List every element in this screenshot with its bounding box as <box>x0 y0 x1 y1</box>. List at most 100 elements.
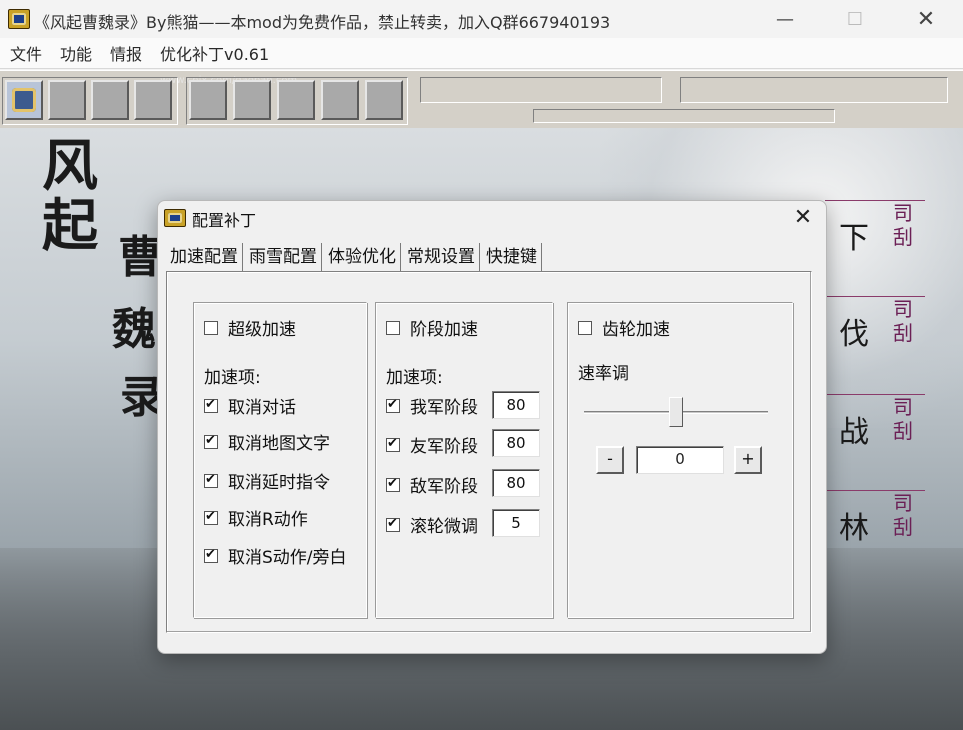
rate-slider-thumb[interactable] <box>669 397 683 427</box>
checkbox[interactable] <box>578 320 592 335</box>
seal-mark: 司 刮 <box>893 297 913 345</box>
super-speed-group: 超级加速 加速项: 取消对话 取消地图文字 取消延时指令 取消R动作 取消S动 <box>193 302 367 618</box>
game-menu-char: 伐 <box>839 317 869 352</box>
toolbar-button-5[interactable] <box>189 80 227 120</box>
checkbox[interactable] <box>386 476 400 492</box>
menu-file[interactable]: 文件 <box>10 41 42 65</box>
cancel-delay-command-checkbox[interactable]: 取消延时指令 <box>204 468 330 493</box>
checkbox-label: 取消延时指令 <box>228 473 330 493</box>
checkbox[interactable] <box>386 516 400 532</box>
toolbar-button-3[interactable] <box>91 80 129 120</box>
cancel-map-text-checkbox[interactable]: 取消地图文字 <box>204 429 330 454</box>
title-bar: 《风起曹魏录》By熊猫——本mod为免费作品，禁止转卖，加入Q群66794019… <box>0 0 963 38</box>
ally-army-phase-input[interactable]: 80 <box>492 429 540 457</box>
tab-general[interactable]: 常规设置 <box>403 243 480 271</box>
seal-mark: 司 刮 <box>893 395 913 443</box>
checkbox[interactable] <box>204 509 218 525</box>
checkbox-label: 取消对话 <box>228 398 296 418</box>
checkbox[interactable] <box>204 320 218 335</box>
menu-intel[interactable]: 情报 <box>110 41 142 65</box>
cancel-dialogue-checkbox[interactable]: 取消对话 <box>204 393 296 418</box>
enemy-army-phase-input[interactable]: 80 <box>492 469 540 497</box>
checkbox[interactable] <box>204 397 218 413</box>
dialog-close-button[interactable]: ✕ <box>788 203 818 233</box>
seal-mark: 司 刮 <box>893 491 913 539</box>
game-menu-char: 林 <box>839 511 869 546</box>
super-speed-checkbox[interactable]: 超级加速 <box>204 315 296 340</box>
app-icon <box>8 9 30 29</box>
toolbar-button-1[interactable] <box>5 80 43 120</box>
toolbar-progress-field <box>533 109 835 123</box>
checkbox-label: 取消地图文字 <box>228 434 330 454</box>
checkbox[interactable] <box>386 320 400 335</box>
checkbox-label: 齿轮加速 <box>602 320 670 340</box>
toolbar-button-9[interactable] <box>365 80 403 120</box>
our-army-phase-checkbox[interactable]: 我军阶段 <box>386 393 478 418</box>
phase-speed-group: 阶段加速 加速项: 我军阶段 80 友军阶段 80 敌军阶段 80 滚轮微调 <box>375 302 553 618</box>
toolbar: www.cnjx.com/gaopan.com <box>0 70 963 128</box>
toolbar-button-6[interactable] <box>233 80 271 120</box>
calligraphy-char: 魏 <box>112 304 156 355</box>
wheel-fine-tune-checkbox[interactable]: 滚轮微调 <box>386 512 478 537</box>
gear-speed-group: 齿轮加速 速率调 - 0 + <box>567 302 793 618</box>
checkbox[interactable] <box>204 547 218 563</box>
checkbox-label: 友军阶段 <box>410 437 478 457</box>
toolbar-button-7[interactable] <box>277 80 315 120</box>
speed-items-label: 加速项: <box>204 368 261 388</box>
checkbox[interactable] <box>386 397 400 413</box>
tab-weather-config[interactable]: 雨雪配置 <box>245 243 322 271</box>
checkbox-label: 我军阶段 <box>410 398 478 418</box>
calligraphy-char: 曹 <box>118 232 162 283</box>
phase-speed-checkbox[interactable]: 阶段加速 <box>386 315 478 340</box>
tab-panel: 超级加速 加速项: 取消对话 取消地图文字 取消延时指令 取消R动作 取消S动 <box>166 271 812 633</box>
dialog-app-icon <box>164 209 186 227</box>
enemy-army-phase-checkbox[interactable]: 敌军阶段 <box>386 472 478 497</box>
game-menu-item[interactable]: 下 司 刮 <box>825 200 925 296</box>
speed-items-label: 加速项: <box>386 368 443 388</box>
checkbox-label: 取消R动作 <box>228 510 308 530</box>
checkbox[interactable] <box>204 472 218 488</box>
calligraphy-char: 风 <box>42 133 98 199</box>
seal-mark: 司 刮 <box>893 201 913 249</box>
game-menu-char: 战 <box>839 415 869 450</box>
cancel-s-action-checkbox[interactable]: 取消S动作/旁白 <box>204 543 347 568</box>
toolbar-status-field-2 <box>680 77 948 103</box>
toolbar-status-field-1 <box>420 77 662 103</box>
checkbox-label: 超级加速 <box>228 320 296 340</box>
tab-hotkeys[interactable]: 快捷键 <box>482 243 542 271</box>
menu-bar: 文件 功能 情报 优化补丁v0.61 <box>0 38 963 69</box>
rate-increase-button[interactable]: + <box>734 446 762 474</box>
toolbar-button-2[interactable] <box>48 80 86 120</box>
checkbox[interactable] <box>386 436 400 452</box>
tab-speed-config[interactable]: 加速配置 <box>166 243 243 271</box>
game-menu-item[interactable]: 战 司 刮 <box>825 394 925 490</box>
calligraphy-char: 起 <box>42 193 98 259</box>
toolbar-button-8[interactable] <box>321 80 359 120</box>
close-button[interactable]: ✕ <box>891 0 961 38</box>
our-army-phase-input[interactable]: 80 <box>492 391 540 419</box>
menu-patch[interactable]: 优化补丁v0.61 <box>160 41 269 65</box>
toolbar-button-4[interactable] <box>134 80 172 120</box>
game-menu-char: 下 <box>839 221 869 256</box>
checkbox[interactable] <box>204 433 218 449</box>
config-dialog: 配置补丁 ✕ 加速配置 雨雪配置 体验优化 常规设置 快捷键 超级加速 加速项:… <box>157 200 827 654</box>
checkbox-label: 阶段加速 <box>410 320 478 340</box>
checkbox-label: 取消S动作/旁白 <box>228 548 347 568</box>
cancel-r-action-checkbox[interactable]: 取消R动作 <box>204 505 308 530</box>
window-title: 《风起曹魏录》By熊猫——本mod为免费作品，禁止转卖，加入Q群66794019… <box>34 13 611 32</box>
rate-decrease-button[interactable]: - <box>596 446 624 474</box>
rate-value-field[interactable]: 0 <box>636 446 724 474</box>
rate-label: 速率调 <box>578 364 629 384</box>
tab-bar: 加速配置 雨雪配置 体验优化 常规设置 快捷键 <box>166 243 544 271</box>
gear-speed-checkbox[interactable]: 齿轮加速 <box>578 315 670 340</box>
checkbox-label: 滚轮微调 <box>410 517 478 537</box>
maximize-button[interactable]: ☐ <box>820 0 890 38</box>
tab-experience[interactable]: 体验优化 <box>324 243 401 271</box>
menu-function[interactable]: 功能 <box>60 41 92 65</box>
minimize-button[interactable]: — <box>750 0 820 38</box>
checkbox-label: 敌军阶段 <box>410 477 478 497</box>
wheel-fine-tune-input[interactable]: 5 <box>492 509 540 537</box>
game-menu-item[interactable]: 林 司 刮 <box>825 490 925 586</box>
ally-army-phase-checkbox[interactable]: 友军阶段 <box>386 432 478 457</box>
game-menu-item[interactable]: 伐 司 刮 <box>825 296 925 392</box>
